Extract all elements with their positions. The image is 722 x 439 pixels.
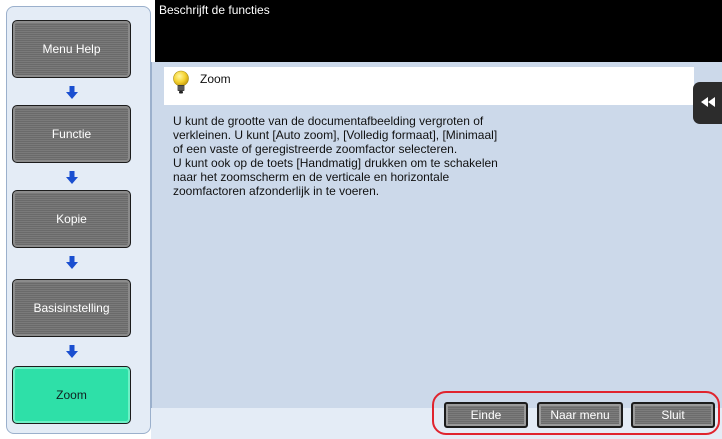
description-line: U kunt ook op de toets [Handmatig] drukk… [173,156,498,170]
nav-step-label: Kopie [56,212,87,226]
help-description: U kunt de grootte van de documentafbeeld… [173,114,593,198]
arrow-down-icon [66,345,78,359]
collapse-panel-tab[interactable] [693,82,722,124]
sluit-button[interactable]: Sluit [631,402,715,428]
einde-button[interactable]: Einde [444,402,528,428]
description-line: U kunt de grootte van de documentafbeeld… [173,114,484,128]
nav-step-label: Zoom [56,388,87,402]
arrow-down-icon [66,86,78,100]
lightbulb-icon [172,70,190,96]
nav-step-label: Functie [51,127,92,141]
header-bar: Beschrijft de functies [155,0,722,62]
button-label: Naar menu [550,408,610,422]
button-label: Einde [470,408,502,422]
description-line: zoomfactoren afzonderlijk in te voeren. [173,184,380,198]
nav-step-label: Menu Help [42,42,101,56]
nav-step-kopie[interactable]: Kopie [12,190,131,248]
description-line: naar het zoomscherm en de verticale en h… [173,170,450,184]
page-title: Beschrijft de functies [159,3,270,17]
nav-step-label: Basisinstelling [33,301,110,315]
arrow-down-icon [66,171,78,185]
double-chevron-left-icon [700,94,715,112]
nav-step-zoom[interactable]: Zoom [12,366,131,424]
help-title-bar [164,67,694,105]
button-label: Sluit [661,408,685,422]
description-line: verkleinen. U kunt [Auto zoom], [Volledi… [173,128,498,142]
nav-step-basisinstelling[interactable]: Basisinstelling [12,279,131,337]
nav-step-functie[interactable]: Functie [12,105,131,163]
nav-step-menu-help[interactable]: Menu Help [12,20,131,78]
description-line: of een vaste of geregistreerde zoomfacto… [173,142,458,156]
naar-menu-button[interactable]: Naar menu [537,402,623,428]
arrow-down-icon [66,256,78,270]
help-topic-title: Zoom [200,72,231,86]
